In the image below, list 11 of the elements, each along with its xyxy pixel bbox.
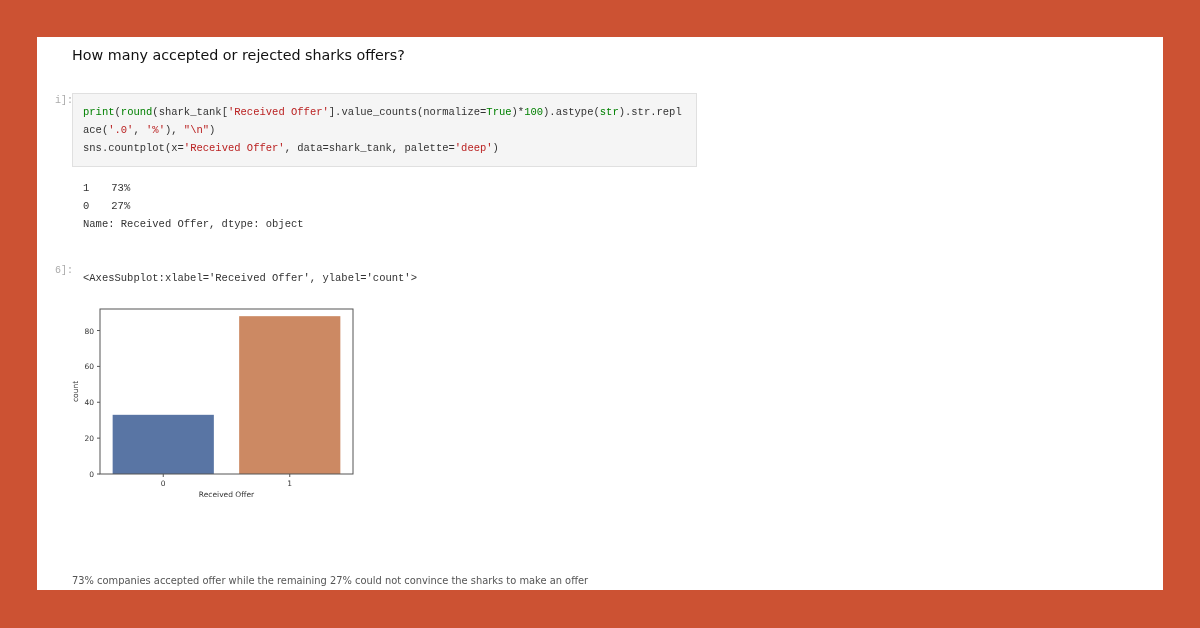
output-text: 1 bbox=[83, 181, 90, 196]
cell-prompt: 6]: bbox=[55, 264, 72, 276]
section-heading: How many accepted or rejected sharks offers? bbox=[72, 46, 406, 65]
cell-prompt: i]: bbox=[55, 94, 72, 106]
output-text: 0 bbox=[83, 199, 90, 214]
output-text: Name: Received Offer, dtype: object bbox=[83, 217, 304, 232]
output-text: 27% bbox=[111, 199, 131, 214]
code-cell[interactable]: print(round(shark_tank['Received Offer'].value_counts(normalize=True)*100).astype(str).str.repl ace('.0', '%'), "\n") sns.countplot(x='Received Offer', data=shark_tank, palette='deep') bbox=[72, 93, 697, 167]
output-text: 73% bbox=[111, 181, 131, 196]
output-text: <AxesSubplot:xlabel='Received Offer', ylabel='count'> bbox=[83, 271, 417, 286]
summary-text: 73% companies accepted offer while the remaining 27% could not convince the sharks to make an offer bbox=[72, 575, 590, 586]
